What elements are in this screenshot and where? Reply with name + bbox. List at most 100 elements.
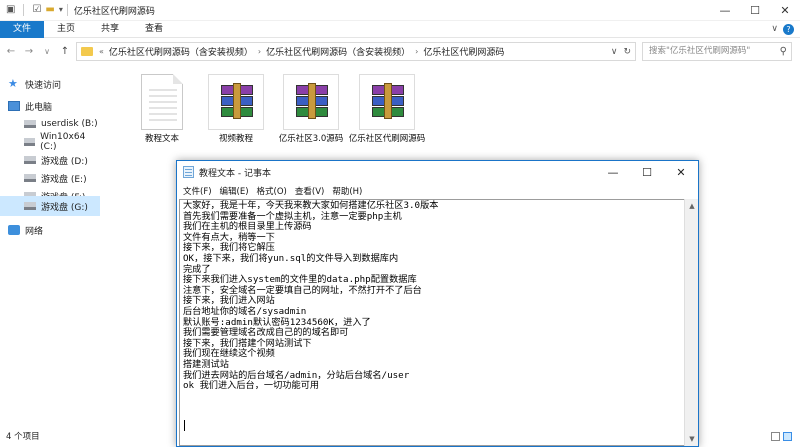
close-button[interactable]: ✕ <box>770 0 800 21</box>
text-line: OK，接下来，我们将yun.sql的文件导入到数据库内 <box>183 252 399 264</box>
nav-this-pc[interactable]: 此电脑 <box>0 96 100 116</box>
notepad-menubar: 文件(F) 编辑(E) 格式(O) 查看(V) 帮助(H) <box>177 183 698 198</box>
text-line: 我们现在继续这个视频 <box>183 348 275 360</box>
text-line: 搭建测试站 <box>183 358 229 370</box>
maximize-button[interactable]: ☐ <box>630 161 664 183</box>
drive-icon <box>24 156 36 164</box>
address-bar[interactable]: « 亿乐社区代刷网源码（含安装视频） › 亿乐社区代刷网源码（含安装视频） › … <box>76 42 636 61</box>
search-icon: ⚲ <box>779 46 787 57</box>
file-name: 亿乐社区3.0源码 <box>278 134 344 144</box>
vertical-scrollbar[interactable]: ▲ ▼ <box>684 199 698 446</box>
notepad-window: 教程文本 - 记事本 — ☐ ✕ 文件(F) 编辑(E) 格式(O) 查看(V)… <box>176 160 699 447</box>
archive-icon <box>359 74 415 130</box>
drive-icon <box>24 174 36 182</box>
window-icon[interactable]: ▣ <box>6 4 15 16</box>
file-item-archive[interactable]: 亿乐社区3.0源码 <box>271 74 351 145</box>
address-dropdown-icon[interactable]: ∨ <box>611 47 618 57</box>
close-button[interactable]: ✕ <box>664 161 698 183</box>
quick-access-toolbar: ▣ ☑ ▬ ▾ <box>0 4 63 16</box>
item-count: 4 个项目 <box>6 432 40 442</box>
nav-label: 网络 <box>25 226 44 237</box>
divider <box>23 4 25 16</box>
minimize-button[interactable]: — <box>710 0 740 21</box>
breadcrumb-item[interactable]: 亿乐社区代刷网源码（含安装视频） <box>266 45 410 58</box>
drive-icon <box>24 120 36 128</box>
nav-drive-b[interactable]: userdisk (B:) <box>0 114 100 134</box>
nav-label: 快速访问 <box>25 80 62 91</box>
file-name: 亿乐社区代刷网源码 <box>348 134 426 144</box>
large-icons-view-icon[interactable] <box>783 432 792 441</box>
nav-label: userdisk (B:) <box>41 119 98 129</box>
menu-help[interactable]: 帮助(H) <box>328 185 366 197</box>
text-line: ok 我们进入后台，一切功能可用 <box>183 380 320 392</box>
breadcrumb-item[interactable]: 亿乐社区代刷网源码 <box>423 45 504 58</box>
help-icon[interactable]: ? <box>783 23 794 35</box>
recent-locations-button[interactable]: ∨ <box>40 47 54 56</box>
nav-label: 此电脑 <box>25 102 53 113</box>
notepad-title: 教程文本 - 记事本 <box>199 168 271 179</box>
menu-file[interactable]: 文件(F) <box>179 185 216 197</box>
back-button[interactable]: ← <box>4 46 18 57</box>
file-name: 视频教程 <box>218 134 253 144</box>
breadcrumb-overflow[interactable]: « <box>99 47 104 56</box>
drive-icon <box>24 202 36 210</box>
archive-icon <box>283 74 339 130</box>
customize-dropdown-icon[interactable]: ▾ <box>59 4 63 16</box>
text-document-icon <box>141 74 183 130</box>
menu-view[interactable]: 查看(V) <box>291 185 328 197</box>
properties-icon[interactable]: ☑ <box>32 4 41 16</box>
network-icon <box>8 225 20 235</box>
tab-share[interactable]: 共享 <box>88 21 132 38</box>
file-item-archive[interactable]: 亿乐社区代刷网源码 <box>345 74 429 145</box>
archive-icon <box>208 74 264 130</box>
nav-drive-e[interactable]: 游戏盘 (E:) <box>0 168 100 188</box>
nav-drive-g[interactable]: 游戏盘 (G:) <box>0 196 100 216</box>
address-actions: ∨ ↻ <box>611 47 631 57</box>
text-cursor <box>184 420 185 431</box>
menu-format[interactable]: 格式(O) <box>253 185 291 197</box>
ribbon-tabs: 文件 主页 共享 查看 ∨ ? <box>0 20 800 38</box>
nav-quick-access[interactable]: ★ 快速访问 <box>0 74 100 94</box>
forward-button[interactable]: → <box>22 46 36 57</box>
notepad-text-area[interactable]: 大家好，我是十年，今天我来教大家如何搭建亿乐社区3.0版本 首先我们需要准备一个… <box>179 199 684 446</box>
tab-home[interactable]: 主页 <box>44 21 88 38</box>
star-icon: ★ <box>8 77 18 90</box>
file-item-archive[interactable]: 视频教程 <box>196 74 276 145</box>
minimize-button[interactable]: — <box>596 161 630 183</box>
address-row: ← → ∨ ↑ « 亿乐社区代刷网源码（含安装视频） › 亿乐社区代刷网源码（含… <box>0 39 800 64</box>
nav-drive-d[interactable]: 游戏盘 (D:) <box>0 150 100 170</box>
breadcrumb-item[interactable]: 亿乐社区代刷网源码（含安装视频） <box>109 45 253 58</box>
view-switcher <box>771 432 792 441</box>
expand-ribbon-icon[interactable]: ∨ <box>771 24 778 34</box>
window-controls: — ☐ ✕ <box>710 0 800 21</box>
explorer-titlebar: ▣ ☑ ▬ ▾ 亿乐社区代刷网源码 — ☐ ✕ <box>0 0 800 21</box>
refresh-icon[interactable]: ↻ <box>623 47 631 57</box>
nav-drive-c[interactable]: Win10x64 (C:) <box>0 132 100 152</box>
navigation-pane: ★ 快速访问 此电脑 userdisk (B:) Win10x64 (C:) 游… <box>0 70 100 420</box>
search-placeholder: 搜索"亿乐社区代刷网源码" <box>649 46 751 56</box>
text-line: 后台地址你的域名/sysadmin <box>183 305 307 317</box>
nav-label: 游戏盘 (G:) <box>41 202 88 213</box>
search-input[interactable]: 搜索"亿乐社区代刷网源码" ⚲ <box>642 42 792 61</box>
tab-view[interactable]: 查看 <box>132 21 176 38</box>
notepad-window-controls: — ☐ ✕ <box>596 161 698 183</box>
menu-edit[interactable]: 编辑(E) <box>216 185 253 197</box>
file-name: 教程文本 <box>144 134 179 144</box>
text-line: 大家好，我是十年，今天我来教大家如何搭建亿乐社区3.0版本 <box>183 200 439 211</box>
window-title: 亿乐社区代刷网源码 <box>73 6 155 17</box>
divider <box>66 4 68 16</box>
folder-icon <box>81 47 93 56</box>
breadcrumb-separator[interactable]: › <box>415 47 418 56</box>
up-button[interactable]: ↑ <box>58 46 72 57</box>
scroll-up-button[interactable]: ▲ <box>685 199 699 213</box>
new-folder-icon[interactable]: ▬ <box>45 4 54 16</box>
computer-icon <box>8 101 20 111</box>
file-item-text[interactable]: 教程文本 <box>122 74 202 145</box>
nav-network[interactable]: 网络 <box>0 220 100 240</box>
drive-icon <box>24 138 36 146</box>
scroll-down-button[interactable]: ▼ <box>685 432 699 446</box>
details-view-icon[interactable] <box>771 432 780 441</box>
maximize-button[interactable]: ☐ <box>740 0 770 21</box>
breadcrumb-separator[interactable]: › <box>258 47 261 56</box>
tab-file[interactable]: 文件 <box>0 20 45 38</box>
